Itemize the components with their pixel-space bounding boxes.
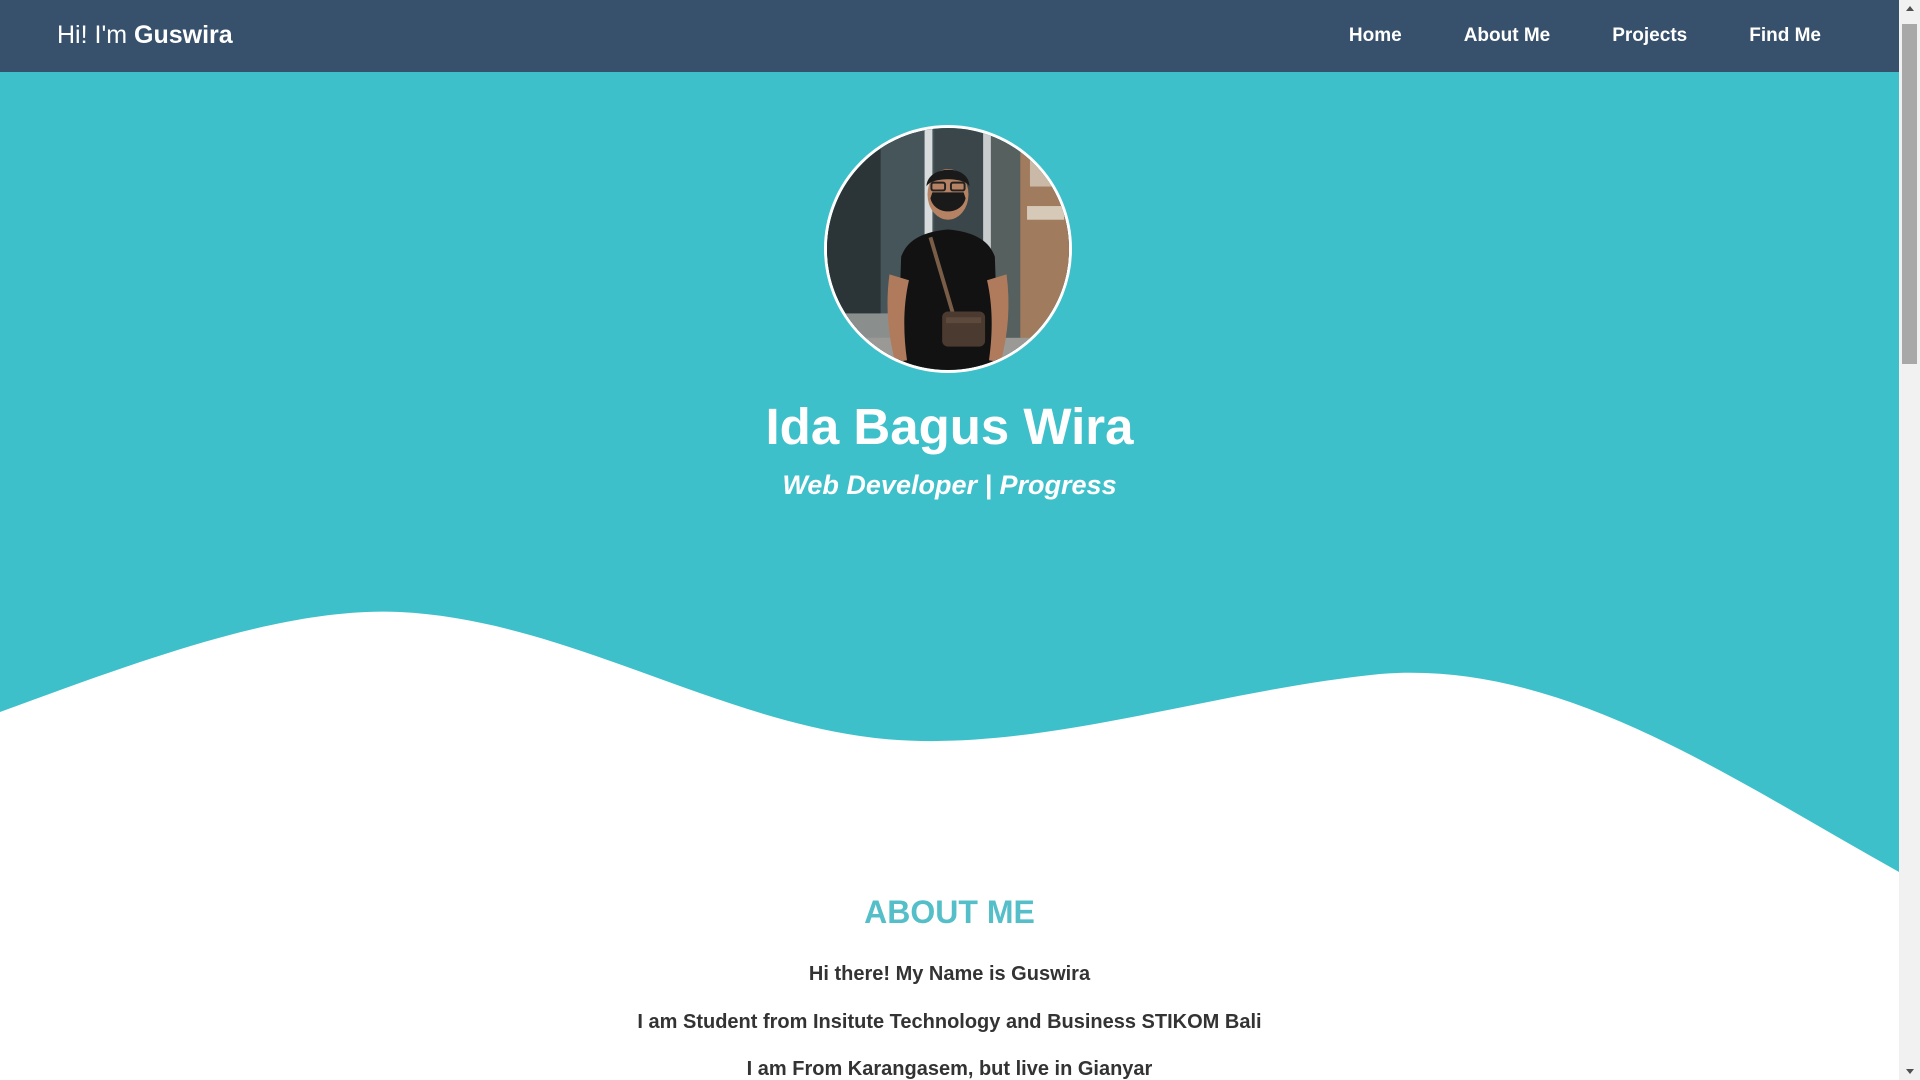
page: Hi! I'm Guswira Home About Me Projects F…	[0, 0, 1899, 1080]
scroll-up-button[interactable]	[1899, 0, 1920, 17]
brand-link[interactable]: Hi! I'm Guswira	[57, 0, 233, 72]
triangle-up-icon	[1905, 6, 1914, 11]
navbar: Hi! I'm Guswira Home About Me Projects F…	[0, 0, 1899, 72]
vertical-scrollbar[interactable]	[1899, 0, 1920, 1080]
nav-link-home[interactable]: Home	[1349, 0, 1402, 72]
nav-link-projects[interactable]: Projects	[1612, 0, 1687, 72]
scrollbar-thumb[interactable]	[1902, 24, 1917, 364]
nav-link-find-me[interactable]: Find Me	[1749, 0, 1821, 72]
nav-links: Home About Me Projects Find Me	[1287, 0, 1821, 72]
brand-name: Guswira	[134, 21, 233, 49]
hero-role: Web Developer | Progress	[782, 470, 1117, 500]
triangle-down-icon	[1905, 1069, 1914, 1074]
about-line: I am From Karangasem, but live in Gianya…	[746, 1058, 1153, 1080]
hero-name: Ida Bagus Wira	[765, 398, 1134, 455]
about-line: Hi there! My Name is Guswira	[808, 963, 1091, 985]
about-title: ABOUT ME	[864, 894, 1035, 930]
scroll-down-button[interactable]	[1899, 1063, 1920, 1080]
nav-link-about-me[interactable]: About Me	[1464, 0, 1551, 72]
profile-photo-image	[827, 128, 1069, 370]
profile-photo	[824, 125, 1072, 373]
about-line: I am Student from Insitute Technology an…	[637, 1011, 1262, 1033]
brand-prefix: Hi! I'm	[57, 21, 134, 49]
